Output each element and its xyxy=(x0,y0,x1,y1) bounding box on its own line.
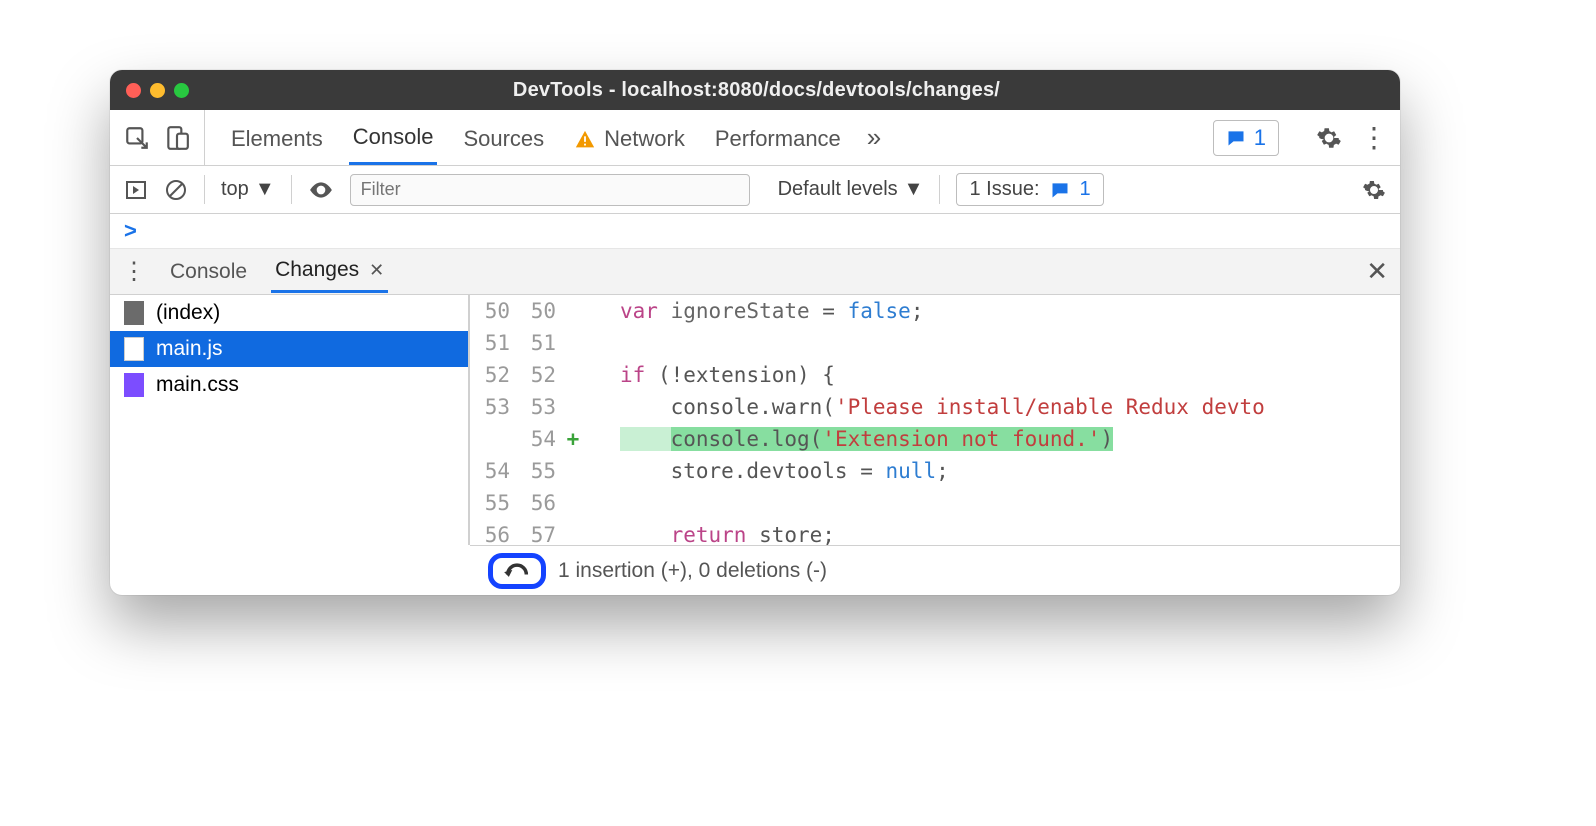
tab-elements[interactable]: Elements xyxy=(227,112,327,164)
message-icon xyxy=(1050,180,1070,200)
window-controls xyxy=(126,83,189,98)
maximize-window-button[interactable] xyxy=(174,83,189,98)
diff-line: 5050var ignoreState = false; xyxy=(620,295,1400,327)
file-name: main.css xyxy=(156,373,239,397)
live-expression-eye-icon[interactable] xyxy=(308,177,334,203)
diff-line: 5252if (!extension) { xyxy=(620,359,1400,391)
titlebar: DevTools - localhost:8080/docs/devtools/… xyxy=(110,70,1400,110)
inspect-element-icon[interactable] xyxy=(124,125,150,151)
toggle-sidebar-icon[interactable] xyxy=(124,178,148,202)
kebab-menu-icon[interactable]: ⋮ xyxy=(1360,121,1386,154)
drawer-body: (index) main.js main.css 5050var ignoreSta… xyxy=(110,295,1400,545)
diff-line: 5657 return store; xyxy=(620,519,1400,545)
clear-console-icon[interactable] xyxy=(164,178,188,202)
console-settings-gear-icon[interactable] xyxy=(1362,178,1386,202)
panel-tabs: Elements Console Sources Network Perform… xyxy=(110,110,1400,166)
file-icon xyxy=(124,301,144,325)
tab-network[interactable]: Network xyxy=(570,112,689,164)
drawer-tab-console[interactable]: Console xyxy=(166,252,251,292)
close-window-button[interactable] xyxy=(126,83,141,98)
filter-input[interactable] xyxy=(350,174,750,206)
diff-line: 5353 console.warn('Please install/enable… xyxy=(620,391,1400,423)
diff-line: 5455 store.devtools = null; xyxy=(620,455,1400,487)
changes-status-bar: 1 insertion (+), 0 deletions (-) xyxy=(470,545,1400,595)
console-prompt[interactable]: > xyxy=(110,214,1400,249)
file-name: (index) xyxy=(156,301,220,325)
file-row[interactable]: (index) xyxy=(110,295,468,331)
device-toolbar-icon[interactable] xyxy=(164,125,190,151)
chevron-down-icon: ▼ xyxy=(904,178,924,201)
context-selector[interactable]: top ▼ xyxy=(221,178,275,201)
changed-files-list: (index) main.js main.css xyxy=(110,295,470,545)
tab-performance[interactable]: Performance xyxy=(711,112,845,164)
close-drawer-icon[interactable]: ✕ xyxy=(1366,256,1388,287)
undo-icon xyxy=(503,560,531,582)
file-name: main.js xyxy=(156,337,223,361)
diff-line: 54+ console.log('Extension not found.') xyxy=(620,423,1400,455)
close-tab-icon[interactable]: ✕ xyxy=(369,260,384,281)
drawer-tab-changes[interactable]: Changes ✕ xyxy=(271,250,388,293)
window-title: DevTools - localhost:8080/docs/devtools/… xyxy=(189,79,1324,102)
file-row[interactable]: main.js xyxy=(110,331,468,367)
minimize-window-button[interactable] xyxy=(150,83,165,98)
issues-badge[interactable]: 1 xyxy=(1213,120,1279,156)
file-icon xyxy=(124,337,144,361)
issues-counter[interactable]: 1 Issue: 1 xyxy=(956,173,1103,206)
diff-line: 5151 xyxy=(620,327,1400,359)
more-tabs-chevron[interactable]: » xyxy=(867,122,881,153)
revert-button[interactable] xyxy=(488,553,546,589)
devtools-window: DevTools - localhost:8080/docs/devtools/… xyxy=(110,70,1400,595)
diff-line: 5556 xyxy=(620,487,1400,519)
settings-gear-icon[interactable] xyxy=(1316,125,1342,151)
chevron-down-icon: ▼ xyxy=(255,178,275,201)
console-toolbar: top ▼ Default levels ▼ 1 Issue: 1 xyxy=(110,166,1400,214)
message-icon xyxy=(1226,128,1246,148)
log-levels-selector[interactable]: Default levels ▼ xyxy=(778,178,924,201)
tab-console[interactable]: Console xyxy=(349,110,438,165)
status-text: 1 insertion (+), 0 deletions (-) xyxy=(558,559,827,583)
diff-view: 5050var ignoreState = false;51515252if (… xyxy=(470,295,1400,545)
file-row[interactable]: main.css xyxy=(110,367,468,403)
drawer-kebab-icon[interactable]: ⋮ xyxy=(122,257,146,286)
drawer-tabs: ⋮ Console Changes ✕ ✕ xyxy=(110,249,1400,295)
file-icon xyxy=(124,373,144,397)
warning-triangle-icon xyxy=(574,126,596,152)
tab-sources[interactable]: Sources xyxy=(459,112,548,164)
